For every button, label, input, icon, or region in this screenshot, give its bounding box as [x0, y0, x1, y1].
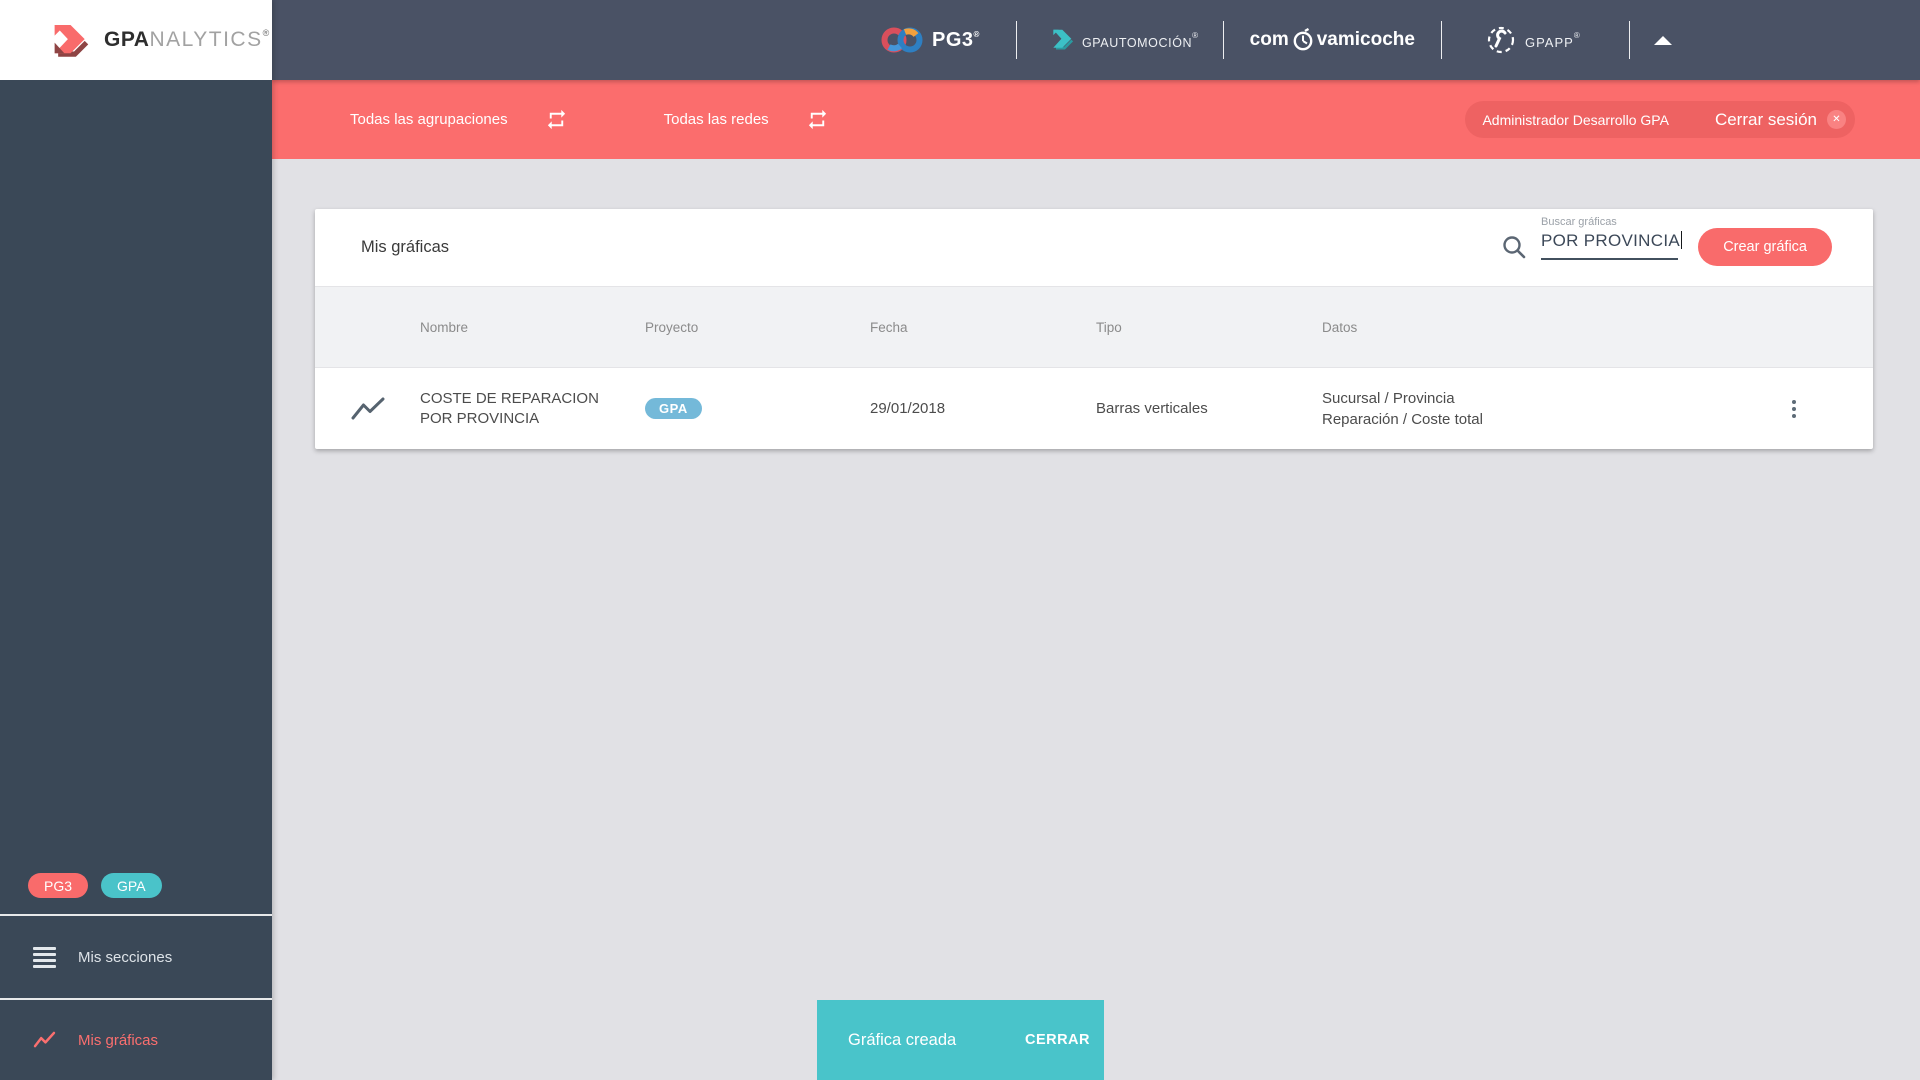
- column-header-tipo: Tipo: [1096, 319, 1122, 335]
- column-header-nombre: Nombre: [420, 319, 469, 335]
- search-icon[interactable]: [1501, 234, 1528, 266]
- pg3-infinity-icon: [880, 25, 924, 55]
- brand-gpaapp-label: GPAPP®: [1524, 30, 1581, 50]
- brand-gpaapp[interactable]: GPAPP®: [1486, 25, 1581, 55]
- brand-pg3-label: PG3®: [932, 28, 980, 51]
- collapse-icon[interactable]: [1653, 35, 1672, 45]
- row-data-line2: Reparación / Coste total: [1322, 410, 1483, 428]
- row-project-cell: GPA: [645, 398, 870, 419]
- user-name: Administrador Desarrollo GPA: [1482, 111, 1669, 128]
- sidebar-badges: PG3 GPA: [0, 873, 272, 914]
- wrench-icon: [1486, 25, 1516, 55]
- content-area: Mis gráficas Buscar gráficas POR PROVINC…: [272, 159, 1920, 1080]
- topbar: PG3® GPAUTOMOCIÓN® com vamicoche GPAPP®: [272, 0, 1920, 80]
- row-date: 29/01/2018: [870, 400, 946, 417]
- logout-button[interactable]: Cerrar sesión: [1715, 110, 1817, 130]
- search-value: POR PROVINCIA: [1541, 231, 1680, 250]
- topbar-divider: [1628, 21, 1630, 59]
- topbar-divider: [1015, 21, 1017, 59]
- row-name: COSTE DE REPARACION POR PROVINCIA: [420, 390, 599, 427]
- brand-automocion[interactable]: GPAUTOMOCIÓN®: [1047, 27, 1199, 54]
- snackbar: Gráfica creada CERRAR: [817, 1000, 1104, 1080]
- topbar-divider: [1222, 21, 1224, 59]
- sidebar-item-label: Mis gráficas: [78, 1031, 159, 1049]
- row-type: Barras verticales: [1096, 400, 1208, 417]
- kebab-icon[interactable]: [1788, 396, 1800, 422]
- menu-icon: [33, 946, 56, 968]
- search-input[interactable]: POR PROVINCIA: [1541, 231, 1683, 260]
- topbar-divider: [1440, 21, 1442, 59]
- brand-automocion-label: GPAUTOMOCIÓN®: [1081, 30, 1199, 50]
- row-menu-cell: [1715, 396, 1873, 422]
- column-header-proyecto: Proyecto: [645, 319, 699, 335]
- row-data: Sucursal / Provincia Reparación / Coste …: [1322, 388, 1715, 430]
- gpa-logo-icon: [44, 18, 90, 62]
- logout-x-icon[interactable]: ✕: [1827, 110, 1846, 129]
- table-header: Nombre Proyecto Fecha Tipo Datos: [315, 286, 1873, 368]
- sidebar: GPANALYTICS® PG3 GPA Mis secciones Mis g…: [0, 0, 272, 1080]
- row-data-line1: Sucursal / Provincia: [1322, 389, 1455, 407]
- brand-coche-pre: com: [1249, 29, 1289, 50]
- sidebar-item-charts[interactable]: Mis gráficas: [0, 1000, 272, 1080]
- brand-comprovamicoche[interactable]: com vamicoche: [1250, 28, 1415, 52]
- chart-line-icon: [33, 1031, 56, 1049]
- snackbar-close-button[interactable]: CERRAR: [1025, 1032, 1090, 1048]
- gpa-badge[interactable]: GPA: [101, 873, 162, 898]
- search-box: Buscar gráficas POR PROVINCIA: [1541, 216, 1683, 260]
- filters: Todas las agrupaciones Todas las redes: [350, 108, 829, 131]
- user-session-pill: Administrador Desarrollo GPA Cerrar sesi…: [1465, 101, 1855, 138]
- filter-bar: Todas las agrupaciones Todas las redes A…: [272, 80, 1920, 159]
- brand-pg3[interactable]: PG3®: [880, 25, 980, 55]
- swap-icon[interactable]: [806, 108, 829, 131]
- snackbar-message: Gráfica creada: [848, 1030, 957, 1049]
- table-row[interactable]: COSTE DE REPARACION POR PROVINCIA GPA 29…: [315, 368, 1873, 449]
- create-chart-button[interactable]: Crear gráfica: [1698, 228, 1832, 266]
- brand-coche-post: vamicoche: [1316, 29, 1415, 50]
- swap-icon[interactable]: [545, 108, 568, 131]
- app-logo: GPANALYTICS®: [0, 0, 272, 80]
- pg3-badge[interactable]: PG3: [28, 873, 89, 898]
- main-column: PG3® GPAUTOMOCIÓN® com vamicoche GPAPP® …: [272, 0, 1920, 1080]
- column-header-fecha: Fecha: [870, 319, 908, 335]
- sidebar-bottom: PG3 GPA Mis secciones Mis gráficas: [0, 873, 272, 1080]
- networks-filter[interactable]: Todas las redes: [664, 111, 769, 128]
- row-icon-cell: [315, 396, 420, 422]
- text-caret: [1680, 231, 1683, 249]
- app-logo-text: GPANALYTICS®: [104, 28, 270, 51]
- groups-filter[interactable]: Todas las agrupaciones: [350, 111, 508, 128]
- sidebar-item-sections[interactable]: Mis secciones: [0, 916, 272, 998]
- clock-icon: [1292, 28, 1314, 52]
- search-label: Buscar gráficas: [1541, 216, 1617, 228]
- project-badge: GPA: [645, 398, 702, 419]
- charts-panel: Mis gráficas Buscar gráficas POR PROVINC…: [315, 209, 1873, 449]
- panel-header: Mis gráficas Buscar gráficas POR PROVINC…: [315, 209, 1873, 286]
- automocion-arrow-icon: [1047, 27, 1074, 54]
- chart-line-icon: [350, 396, 386, 422]
- column-header-datos: Datos: [1322, 319, 1358, 335]
- brand-logos: PG3® GPAUTOMOCIÓN® com vamicoche GPAPP®: [880, 0, 1672, 80]
- page-title: Mis gráficas: [361, 238, 450, 256]
- sidebar-item-label: Mis secciones: [78, 948, 173, 966]
